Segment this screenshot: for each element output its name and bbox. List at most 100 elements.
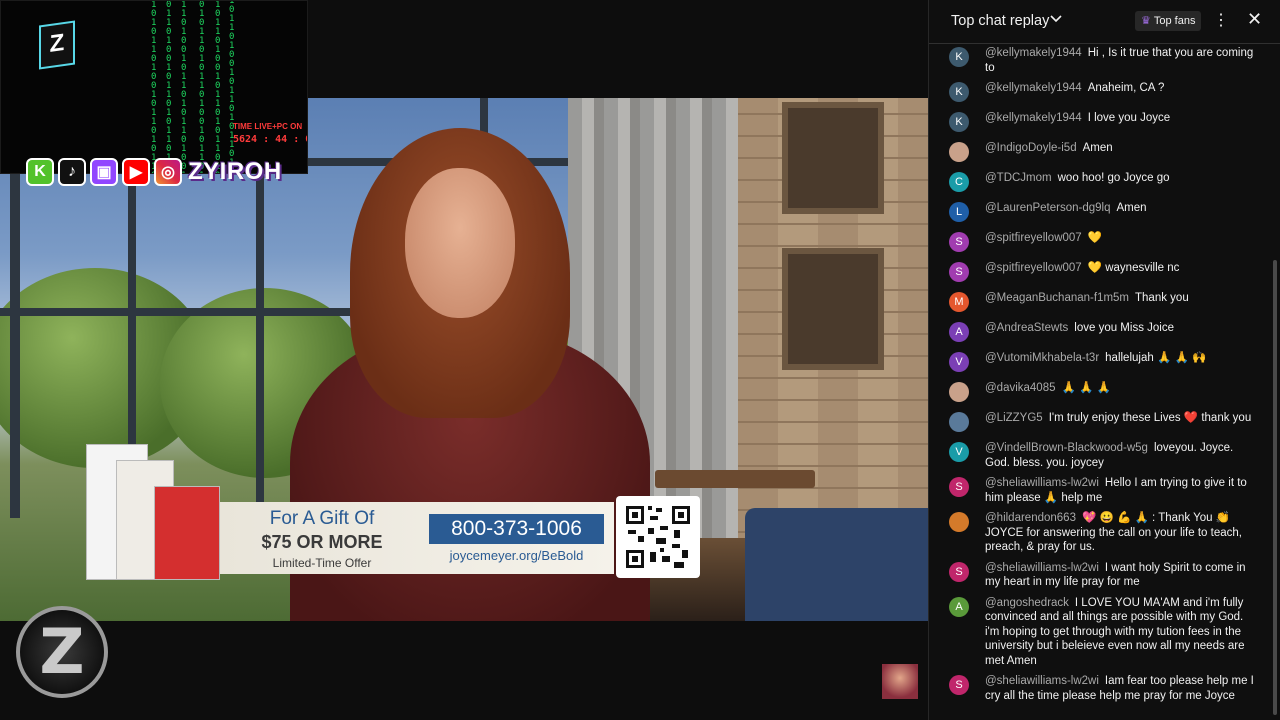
chat-text: 💛 waynesville nc [1087,262,1180,274]
sofa [745,508,928,621]
chat-message[interactable]: S @sheliawilliams-lw2wi I want holy Spirit… [929,559,1269,590]
chat-message[interactable]: S @spitfireyellow007 💛 [929,229,1269,255]
chat-message[interactable]: M @MeaganBuchanan-f1m5m Thank you [929,289,1269,315]
chevron-down-icon[interactable] [1050,13,1062,28]
chat-author[interactable]: @sheliawilliams-lw2wi [985,675,1099,687]
chat-author[interactable]: @kellymakely1944 [985,47,1082,59]
chat-text: I'm truly enjoy these Lives ❤️ thank you [1048,412,1252,424]
avatar[interactable]: K [949,82,969,102]
chat-author[interactable]: @MeaganBuchanan-f1m5m [985,292,1129,304]
chat-message[interactable]: V @VutomiMkhabela-t3r hallelujah 🙏 🙏 🙌 [929,349,1269,375]
avatar[interactable]: L [949,202,969,222]
chat-author[interactable]: @IndigoDoyle-i5d [985,142,1077,154]
avatar[interactable]: S [949,675,969,695]
matrix-rain: 1011010010110101101001011010110100101101… [215,0,221,173]
chat-message[interactable]: S @sheliawilliams-lw2wi Iam fear too pleas… [929,672,1269,703]
chat-text: Amen [1116,202,1147,214]
chat-author[interactable]: @spitfireyellow007 [985,262,1082,274]
wall-niche [782,102,884,214]
chat-author[interactable]: @VindellBrown-Blackwood-w5g [985,442,1148,454]
avatar[interactable]: V [949,352,969,372]
chat-author[interactable]: @LiZZYG5 [985,412,1043,424]
offer-limited-text: Limited-Time Offer [272,556,372,570]
coffee-table [655,470,815,488]
chat-message[interactable]: K @kellymakely1944 I love you Joyce [929,109,1269,135]
video-player[interactable]: 1010110100101101011010010110101101001011… [0,0,928,720]
avatar[interactable]: K [949,112,969,132]
instagram-icon: ◎ [154,158,182,186]
presenter-thumbnail[interactable] [882,664,918,699]
avatar[interactable]: A [949,596,969,617]
chat-message[interactable]: @davika4085 🙏 🙏 🙏 [929,379,1269,405]
chat-author[interactable]: @sheliawilliams-lw2wi [985,562,1099,574]
avatar[interactable]: A [949,322,969,342]
chat-message[interactable]: L @LaurenPeterson-dg9lq Amen [929,199,1269,225]
book-stack [86,440,221,580]
chat-message[interactable]: K @kellymakely1944 Anaheim, CA ? [929,79,1269,105]
matrix-rain: 0101101011010010110101101001011010110100… [199,0,205,173]
avatar[interactable]: S [949,477,969,497]
youtube-icon: ▶ [122,158,150,186]
chat-author[interactable]: @AndreaStewts [985,322,1068,334]
uptime-timer: 5624 : 44 : 06 [233,134,307,145]
matrix-rain: 0110100101101011010010110101101001011010… [166,0,172,173]
avatar[interactable]: M [949,292,969,312]
chat-author[interactable]: @davika4085 [985,382,1056,394]
chat-message[interactable]: V @VindellBrown-Blackwood-w5g loveyou. Joy… [929,439,1269,470]
chat-message-list: K @kellymakely1944 Hi , Is it true that yo… [929,44,1269,707]
chat-message[interactable]: S @sheliawilliams-lw2wi Hello I am trying … [929,474,1269,505]
chat-message[interactable]: @LiZZYG5 I'm truly enjoy these Lives ❤️ t… [929,409,1269,435]
chat-author[interactable]: @angoshedrack [985,597,1069,609]
kick-icon: K [26,158,54,186]
chat-author[interactable]: @hildarendon663 [985,512,1076,524]
streamer-webcam-overlay: 1010110100101101011010010110101101001011… [0,0,308,174]
chat-text: Amen [1082,142,1113,154]
chat-author[interactable]: @VutomiMkhabela-t3r [985,352,1099,364]
chat-message[interactable]: C @TDCJmom woo hoo! go Joyce go [929,169,1269,195]
matrix-rain: 0110101101001011010110100101101011010010… [229,0,235,174]
chat-author[interactable]: @spitfireyellow007 [985,232,1082,244]
chat-text: woo hoo! go Joyce go [1057,172,1170,184]
avatar[interactable]: K [949,47,969,67]
avatar[interactable]: C [949,172,969,192]
avatar[interactable]: S [949,262,969,282]
chat-mode-title[interactable]: Top chat replay [951,13,1049,29]
presenter-face [405,168,515,318]
avatar[interactable] [949,142,969,162]
close-icon[interactable]: ✕ [1247,9,1262,30]
chat-message[interactable]: S @spitfireyellow007 💛 waynesville nc [929,259,1269,285]
avatar[interactable] [949,512,969,532]
avatar[interactable] [949,412,969,432]
chat-scrollbar[interactable] [1273,260,1277,715]
chat-text: 💛 [1087,232,1103,244]
chat-author[interactable]: @kellymakely1944 [985,112,1082,124]
chat-author[interactable]: @kellymakely1944 [985,82,1082,94]
streamer-handle: ZYIROH [188,158,282,185]
qr-code-icon [616,496,700,578]
chat-message[interactable]: @hildarendon663 💖 😀 💪 🙏 : Thank You 👏 JOY… [929,509,1269,555]
social-links-bar: K ♪ ▣ ▶ ◎ ZYIROH [26,155,282,189]
avatar[interactable]: S [949,561,969,582]
avatar[interactable] [949,382,969,402]
chat-header: Top chat replay ♛ Top fans ⋮ ✕ [929,0,1280,44]
top-fans-button[interactable]: ♛ Top fans [1135,11,1202,31]
offer-amount: $75 OR MORE [261,532,383,552]
matrix-rain: 1010110100101101011010010110101101001011… [151,0,157,173]
live-chat-panel: Top chat replay ♛ Top fans ⋮ ✕ K @kellymak… [928,0,1280,720]
chat-author[interactable]: @sheliawilliams-lw2wi [985,477,1099,489]
chat-message[interactable]: A @angoshedrack I LOVE YOU MA'AM and i'm f… [929,594,1269,669]
chat-message[interactable]: A @AndreaStewts love you Miss Joice [929,319,1269,345]
chat-message[interactable]: K @kellymakely1944 Hi , Is it true that yo… [929,44,1269,75]
chat-text: love you Miss Joice [1074,322,1174,334]
chat-author[interactable]: @TDCJmom [985,172,1052,184]
offer-phone-number: 800-373-1006 [429,514,604,544]
tiktok-icon: ♪ [58,158,86,186]
chat-author[interactable]: @LaurenPeterson-dg9lq [985,202,1110,214]
chat-text: Anaheim, CA ? [1087,82,1165,94]
top-fans-label: Top fans [1153,15,1196,27]
avatar[interactable]: S [949,232,969,252]
twitch-icon: ▣ [90,158,118,186]
more-vert-icon[interactable]: ⋮ [1213,10,1229,30]
avatar[interactable]: V [949,442,969,462]
chat-message[interactable]: @IndigoDoyle-i5d Amen [929,139,1269,165]
